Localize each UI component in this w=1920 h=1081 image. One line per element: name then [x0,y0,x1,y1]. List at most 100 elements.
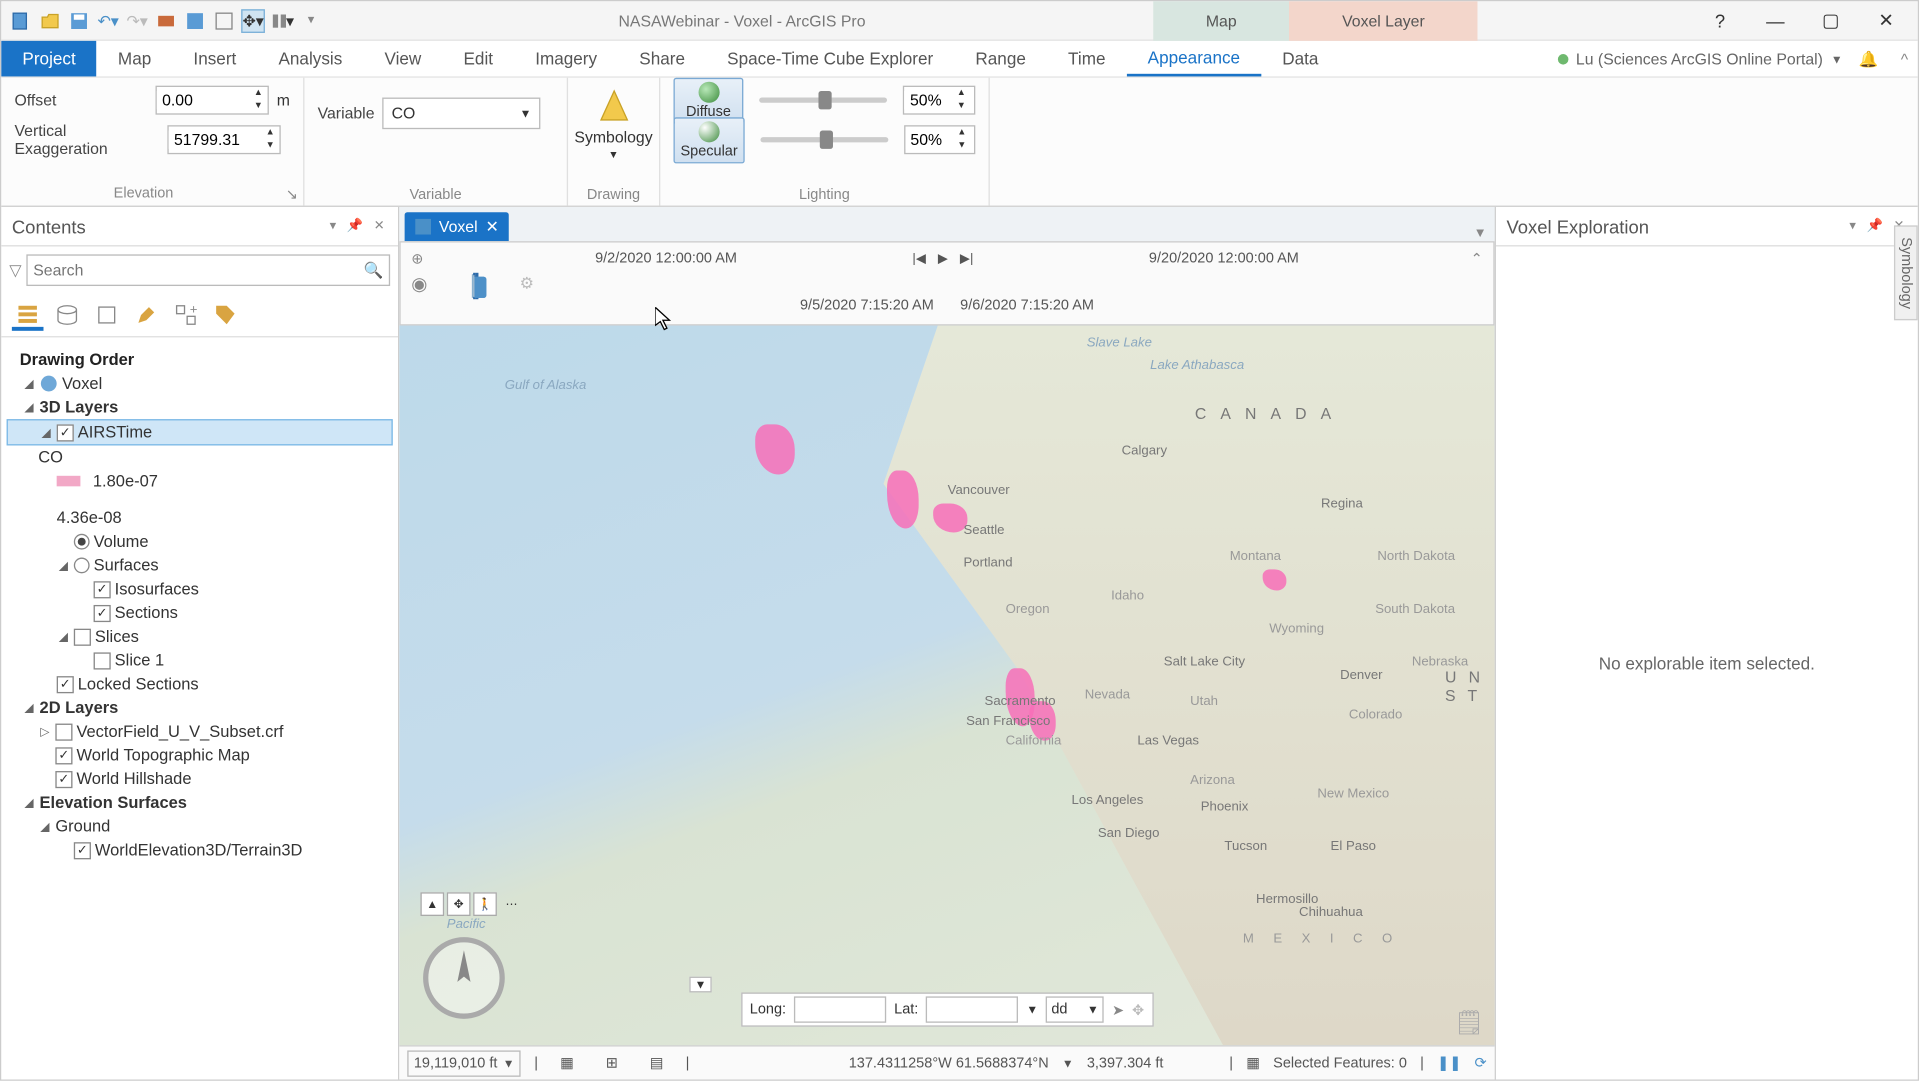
view-tab-voxel[interactable]: Voxel ✕ [405,212,510,241]
refresh-icon[interactable]: ⟳ [1475,1054,1487,1071]
status-center-menu[interactable]: ▼ [1062,1056,1074,1069]
qat-open[interactable] [38,9,62,33]
ve-up[interactable]: ▲ [261,127,279,140]
airstime-layer[interactable]: ◢✓AIRSTime [7,419,393,445]
vector-check[interactable] [55,723,72,740]
tab-project[interactable]: Project [1,41,97,77]
dynamic-text-toggle[interactable]: ▼ [689,977,711,993]
coord-unit[interactable]: dd▼ [1046,996,1104,1022]
qat-undo[interactable]: ↶▾ [96,9,120,33]
tab-time[interactable]: Time [1047,41,1127,77]
lat-input[interactable] [926,996,1018,1022]
isosurfaces-item[interactable]: ✓Isosurfaces [7,577,393,601]
offset-down[interactable]: ▼ [249,100,267,113]
tab-range[interactable]: Range [954,41,1047,77]
symbology-tab[interactable]: Symbology [1894,225,1918,320]
minimize-button[interactable]: — [1749,2,1802,39]
notifications-icon[interactable]: 🔔 [1858,49,1878,67]
time-enable-icon[interactable]: ⊕ [411,250,423,267]
slice1-item[interactable]: Slice 1 [7,648,393,672]
help-button[interactable]: ? [1694,2,1747,39]
nav-explore[interactable]: ✥ [447,892,471,916]
tab-stc[interactable]: Space-Time Cube Explorer [706,41,954,77]
time-next[interactable]: ▶| [956,248,977,269]
qat-customize[interactable]: ▾ [299,9,323,33]
airstime-check[interactable]: ✓ [57,424,74,441]
qat-save[interactable] [67,9,91,33]
sections-check[interactable]: ✓ [94,604,111,621]
search-icon[interactable]: 🔍 [364,261,384,279]
ground-item[interactable]: ◢Ground [7,815,393,839]
qat-redo[interactable]: ↷▾ [125,9,149,33]
contents-options[interactable]: ▾ [327,219,339,233]
qat-btn5[interactable] [154,9,178,33]
specular-button[interactable]: Specular [673,117,744,163]
slices-item[interactable]: ◢Slices [7,625,393,649]
locked-check[interactable]: ✓ [57,675,74,692]
layers2d-heading[interactable]: ◢2D Layers [7,696,393,720]
status-btn3[interactable]: ▤ [641,1047,673,1079]
offset-spinner[interactable]: ▲▼ [156,86,269,115]
list-snapping[interactable]: + [170,299,202,331]
qat-explore[interactable]: ✥▾ [241,9,265,33]
elevation-launcher[interactable]: ↘ [286,186,298,203]
ve-spinner[interactable]: ▲▼ [167,125,280,154]
vector-layer[interactable]: ▷VectorField_U_V_Subset.crf [7,720,393,744]
list-editing[interactable] [130,299,162,331]
list-drawing-order[interactable] [12,299,44,331]
sel-features-icon[interactable]: ▦ [1246,1054,1260,1071]
surfaces-item[interactable]: ◢Surfaces [7,554,393,578]
nav-full-extent[interactable]: ▲ [420,892,444,916]
iso-check[interactable]: ✓ [94,581,111,598]
layers3d-heading[interactable]: ◢3D Layers [7,395,393,419]
time-play[interactable]: ▶ [932,248,953,269]
context-tab-map[interactable]: Map [1153,1,1289,41]
voxel-exp-options[interactable]: ▾ [1847,219,1859,233]
filter-icon[interactable]: ▽ [9,261,21,279]
specular-slider[interactable] [760,137,888,142]
voxel-exp-pin[interactable]: 📌 [1864,219,1886,233]
list-selection[interactable] [91,299,123,331]
context-tab-voxel[interactable]: Voxel Layer [1289,1,1477,41]
contents-pin[interactable]: 📌 [344,219,366,233]
offset-up[interactable]: ▲ [249,87,267,100]
nav-walk[interactable]: 🚶 [473,892,497,916]
volume-radio[interactable] [74,534,90,550]
scene-item[interactable]: ◢Voxel [7,372,393,396]
locked-sections-item[interactable]: ✓Locked Sections [7,672,393,696]
co-variable[interactable]: CO [7,445,393,469]
list-labeling[interactable] [210,299,242,331]
ve-down[interactable]: ▼ [261,140,279,153]
status-btn2[interactable]: ⊞ [596,1047,628,1079]
sections-item[interactable]: ✓Sections [7,601,393,625]
diffuse-slider[interactable] [759,98,887,103]
time-track[interactable] [472,274,475,298]
tab-appearance[interactable]: Appearance [1127,41,1262,77]
view-tab-menu[interactable]: ▼ [1466,227,1495,241]
status-btn1[interactable]: ▦ [551,1047,583,1079]
tab-share[interactable]: Share [618,41,706,77]
ribbon-collapse[interactable]: ^ [1891,41,1917,77]
close-button[interactable]: ✕ [1860,2,1913,39]
tab-map[interactable]: Map [97,41,173,77]
list-data-source[interactable] [51,299,83,331]
tab-imagery[interactable]: Imagery [514,41,618,77]
compass[interactable] [423,937,505,1019]
time-settings-icon[interactable]: ⚙ [520,274,534,292]
ve-input[interactable] [169,130,261,148]
contents-search[interactable]: 🔍 [27,254,390,286]
tab-analysis[interactable]: Analysis [257,41,363,77]
volume-item[interactable]: Volume [7,530,393,554]
nav-more[interactable]: ⋯ [500,892,524,916]
symbology-button[interactable]: Symbology ▼ [581,83,646,166]
terrain-check[interactable]: ✓ [74,842,91,859]
tab-insert[interactable]: Insert [172,41,257,77]
hill-layer[interactable]: ✓World Hillshade [7,767,393,791]
surfaces-radio[interactable] [74,558,90,574]
pause-drawing[interactable]: ❚❚ [1437,1054,1461,1071]
time-mode-icon[interactable]: ◉ [411,272,427,294]
elev-surfaces-heading[interactable]: ◢Elevation Surfaces [7,791,393,815]
tab-view[interactable]: View [363,41,442,77]
diffuse-pct[interactable]: ▲▼ [903,86,975,115]
coord-tool-icon[interactable]: ✥ [1132,1001,1144,1018]
